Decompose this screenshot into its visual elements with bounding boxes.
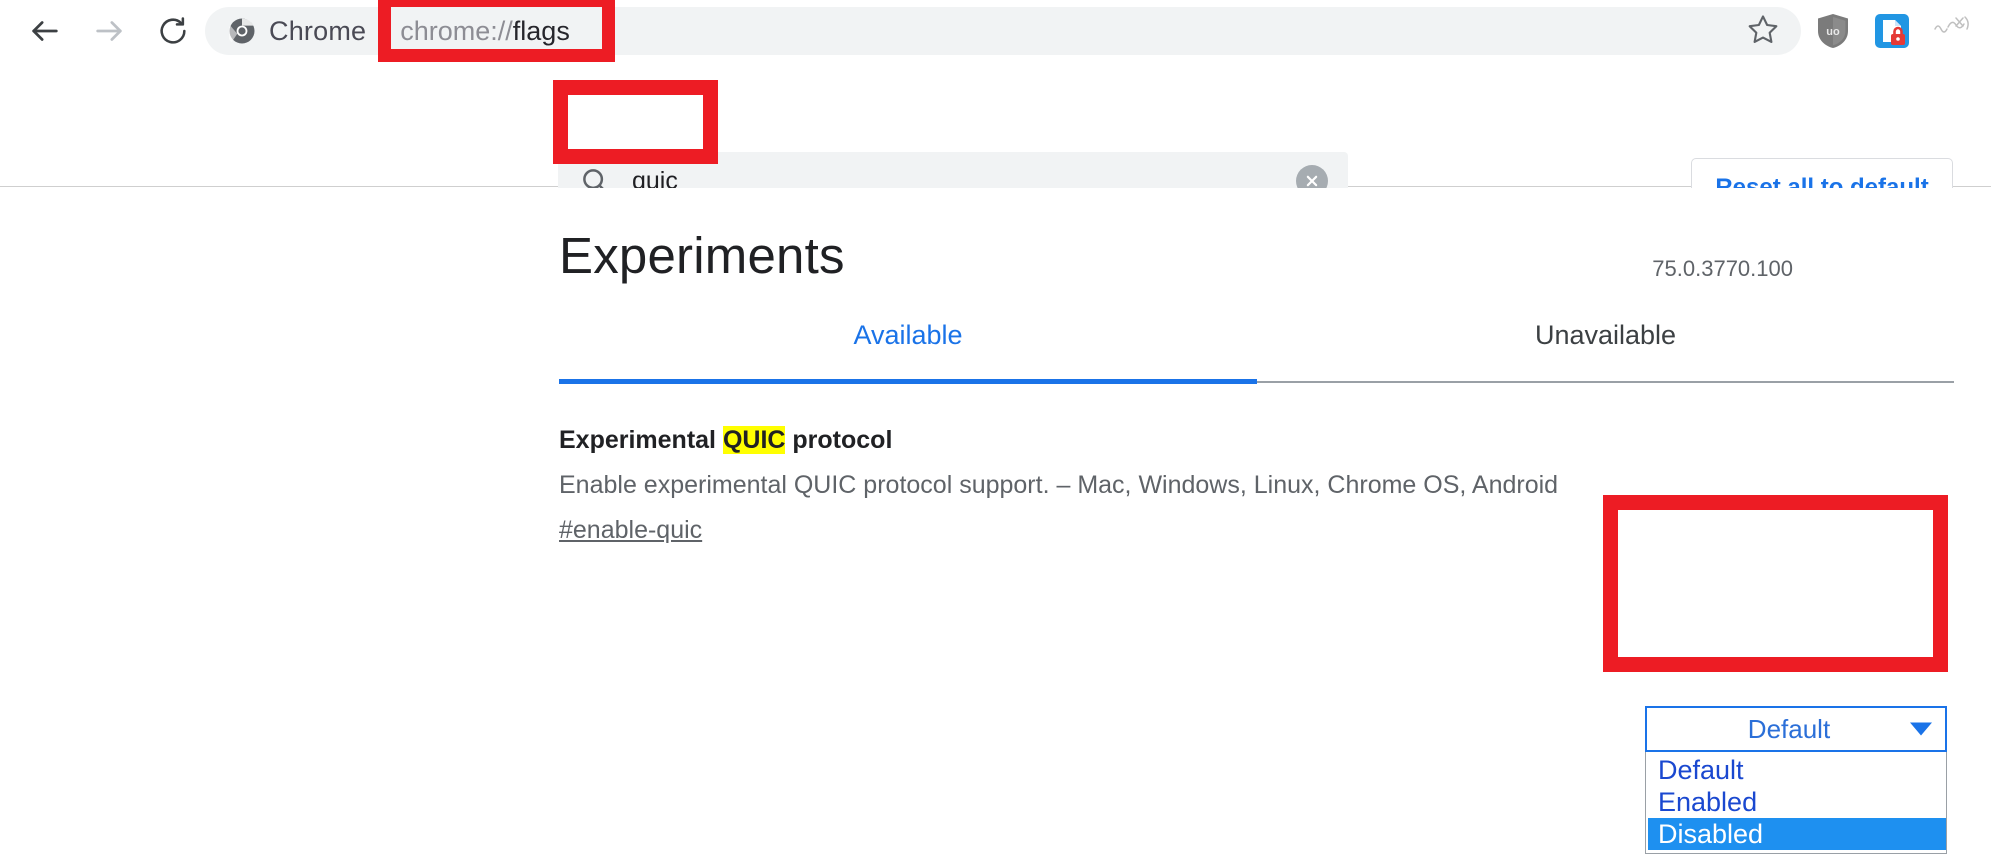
flags-tabs: Available Unavailable <box>559 306 1954 386</box>
flag-select-wrapper: Default Default Enabled Disabled <box>1645 706 1947 854</box>
browser-toolbar: Chrome chrome://flags uo <box>0 0 1991 62</box>
chrome-version-label: 75.0.3770.100 <box>1652 256 1793 282</box>
omnibox[interactable]: Chrome chrome://flags <box>205 7 1801 55</box>
scribble-extension-button[interactable] <box>1932 13 1968 49</box>
chevron-down-icon <box>1910 723 1932 736</box>
flag-title: Experimental QUIC protocol <box>559 426 1954 455</box>
forward-button[interactable] <box>82 4 136 58</box>
bookmark-star-icon <box>1747 13 1779 50</box>
flag-select-value: Default <box>1647 714 1945 745</box>
document-lock-icon <box>1874 36 1910 53</box>
ublock-origin-button[interactable]: uo <box>1816 13 1852 49</box>
arrow-left-icon <box>28 14 62 48</box>
svg-text:uo: uo <box>1826 26 1840 38</box>
flag-permalink[interactable]: #enable-quic <box>559 516 702 545</box>
reload-icon <box>157 15 189 47</box>
tab-available[interactable]: Available <box>559 306 1257 364</box>
chrome-logo-icon <box>229 18 255 44</box>
back-button[interactable] <box>18 4 72 58</box>
document-lock-button[interactable] <box>1874 13 1910 49</box>
select-option-disabled[interactable]: Disabled <box>1648 818 1946 850</box>
flag-description: Enable experimental QUIC protocol suppor… <box>559 470 1954 500</box>
tab-unavailable[interactable]: Unavailable <box>1257 306 1954 364</box>
select-option-enabled[interactable]: Enabled <box>1648 786 1946 818</box>
arrow-right-icon <box>92 14 126 48</box>
select-option-default[interactable]: Default <box>1648 754 1946 786</box>
omnibox-url-host: flags <box>513 16 570 46</box>
omnibox-url[interactable]: chrome://flags <box>400 16 570 47</box>
reload-button[interactable] <box>146 4 200 58</box>
omnibox-url-scheme: chrome:// <box>400 16 513 46</box>
omnibox-app-label: Chrome <box>269 16 366 47</box>
flag-select-menu: Default Enabled Disabled <box>1645 752 1947 854</box>
flag-title-suffix: protocol <box>785 426 892 454</box>
flags-page-body: Experiments 75.0.3770.100 Available Unav… <box>0 188 1991 761</box>
page-title: Experiments <box>559 226 845 285</box>
flag-entry-enable-quic: Experimental QUIC protocol Enable experi… <box>559 426 1954 545</box>
flag-title-prefix: Experimental <box>559 426 723 454</box>
flags-search-header: quic Reset all to default <box>0 62 1991 187</box>
extension-icons: uo <box>1816 8 1968 54</box>
tab-active-indicator <box>559 379 1257 384</box>
bookmark-button[interactable] <box>1742 10 1784 52</box>
ublock-origin-icon: uo <box>1816 36 1850 53</box>
flag-title-highlight: QUIC <box>723 426 786 454</box>
scribble-extension-icon <box>1932 26 1972 43</box>
flag-select-enable-quic[interactable]: Default <box>1645 706 1947 752</box>
